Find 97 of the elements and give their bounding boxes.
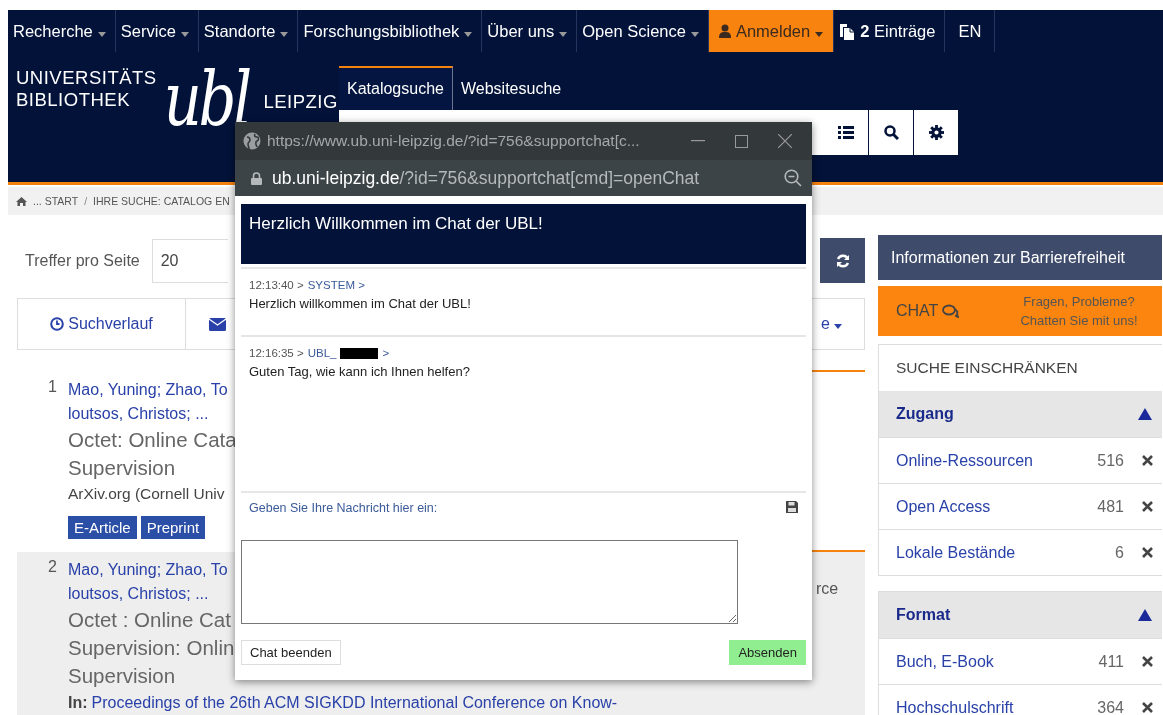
caret-icon	[690, 31, 699, 37]
caret-icon	[180, 31, 189, 37]
chat-banner[interactable]: CHAT Fragen, Probleme? Chatten Sie mit uns!	[878, 286, 1162, 336]
nav-menu[interactable]: Open Science	[577, 10, 709, 52]
message-sender: SYSTEM >	[307, 279, 365, 291]
message-time: 12:16:35 >	[249, 347, 304, 359]
zoom-out-icon[interactable]	[784, 169, 802, 187]
remove-icon[interactable]	[1142, 656, 1153, 667]
refine-title: SUCHE EINSCHRÄNKEN	[895, 358, 1079, 378]
accessibility-button[interactable]: Informationen zur Barrierefreiheit	[878, 235, 1162, 280]
refresh-icon	[835, 253, 850, 268]
caret-icon	[97, 31, 106, 37]
home-icon[interactable]	[16, 196, 27, 206]
facet-count: 481	[1097, 497, 1124, 516]
result-side-text: rce	[816, 580, 839, 598]
facet-link[interactable]: Buch, E-Book	[896, 652, 1099, 671]
collapse-icon[interactable]	[1138, 408, 1152, 420]
logo-text: BIBLIOTHEK	[16, 89, 130, 110]
chat-text: Chatten Sie mit uns!	[1020, 313, 1138, 328]
facet-header[interactable]: Zugang	[879, 391, 1162, 437]
per-page-label: Treffer pro Seite	[24, 251, 141, 270]
caret-icon	[559, 31, 568, 37]
author-link[interactable]: loutsos, Christos; ...	[68, 402, 237, 426]
format-tag: E-Article	[68, 516, 137, 539]
logo-text: LEIPZIG	[263, 91, 338, 113]
facet-header[interactable]: Format	[879, 592, 1162, 638]
message-text: Guten Tag, wie kann ich Ihnen helfen?	[249, 364, 471, 379]
result-source: ArXiv.org (Cornell Univ	[68, 484, 226, 504]
facet-count: 411	[1098, 652, 1124, 671]
maximize-icon[interactable]	[735, 134, 748, 148]
lock-icon	[251, 171, 262, 185]
in-label: In:	[68, 693, 88, 713]
settings-icon	[928, 125, 944, 140]
search-tab[interactable]: Katalogsuche	[339, 66, 453, 110]
breadcrumb-separator: /	[84, 195, 88, 207]
person-icon	[718, 24, 731, 38]
login-menu[interactable]: Anmelden	[708, 10, 835, 52]
result-number: 2	[47, 557, 58, 577]
close-icon[interactable]	[778, 134, 792, 148]
window-title: https://www.ub.uni-leipzig.de/?id=756&supportchat[c...	[267, 132, 641, 150]
search-tab[interactable]: Websitesuche	[452, 66, 570, 110]
list-icon	[837, 126, 854, 139]
per-page-select[interactable]: 20	[151, 238, 228, 283]
chat-label: CHAT	[896, 302, 939, 320]
clock-icon	[50, 317, 65, 331]
remove-icon[interactable]	[1142, 455, 1153, 466]
facet-count: 6	[1115, 543, 1124, 562]
logo-mark: ubl	[163, 59, 249, 139]
input-prompt: Geben Sie Ihre Nachricht hier ein:	[249, 501, 438, 517]
speech-bubbles-icon	[942, 304, 960, 318]
language-link[interactable]: EN	[945, 10, 996, 52]
nav-menu[interactable]: Service	[115, 10, 199, 52]
chat-text: Fragen, Probleme?	[1023, 294, 1135, 309]
chat-heading: Herzlich Willkommen im Chat der UBL!	[241, 204, 806, 264]
message-sender: >	[382, 347, 390, 359]
saved-entries-link[interactable]: 2 Einträge	[834, 10, 946, 52]
refresh-button[interactable]	[820, 238, 865, 283]
facet-link[interactable]: Hochschulschrift	[896, 698, 1098, 715]
facet-count: 516	[1097, 451, 1124, 470]
send-button[interactable]: Absenden	[729, 640, 806, 665]
caret-icon	[834, 324, 842, 329]
caret-icon	[280, 31, 289, 37]
breadcrumb-link[interactable]: ... START	[33, 195, 79, 207]
toolbar-dropdown[interactable]: e	[821, 315, 842, 333]
message-time: 12:13:40 >	[249, 279, 304, 291]
nav-menu[interactable]: Forschungsbibliothek	[298, 10, 483, 52]
end-chat-button[interactable]: Chat beenden	[241, 640, 341, 665]
caret-icon	[815, 31, 824, 37]
nav-menu[interactable]: Recherche	[8, 10, 116, 52]
message-sender: UBL_	[307, 347, 337, 359]
documents-icon	[839, 22, 856, 40]
mail-icon[interactable]	[209, 317, 226, 331]
minimize-icon[interactable]	[691, 140, 705, 142]
facet-link[interactable]: Online-Ressourcen	[896, 451, 1098, 470]
format-tag: Preprint	[140, 516, 206, 539]
breadcrumb-item: IHRE SUCHE: CATALOG EN	[93, 195, 230, 207]
proceedings-link[interactable]: Proceedings of the 26th ACM SIGKDD International Conference on Know-	[91, 693, 618, 713]
result-title[interactable]: Octet: Online Cata	[68, 426, 237, 454]
nav-menu[interactable]: Über uns	[482, 10, 578, 52]
facet-count: 364	[1097, 698, 1124, 715]
logo-text: UNIVERSITÄTS	[16, 67, 157, 88]
remove-icon[interactable]	[1142, 702, 1153, 713]
author-link[interactable]: Mao, Yuning; Zhao, To	[68, 378, 237, 402]
remove-icon[interactable]	[1142, 547, 1153, 558]
facet-link[interactable]: Open Access	[896, 497, 1098, 516]
collapse-icon[interactable]	[1138, 609, 1152, 621]
message-input[interactable]	[241, 540, 738, 624]
caret-icon	[464, 31, 473, 37]
globe-icon	[243, 132, 261, 150]
remove-icon[interactable]	[1142, 501, 1153, 512]
nav-menu[interactable]: Standorte	[198, 10, 299, 52]
facet-link[interactable]: Lokale Bestände	[896, 543, 1116, 562]
search-icon	[883, 125, 899, 140]
address-text: ub.uni-leipzig.de/?id=756&supportchat[cmd]=openChat	[272, 167, 701, 189]
result-number: 1	[47, 377, 58, 397]
message-text: Herzlich willkommen im Chat der UBL!	[249, 296, 472, 311]
result-title[interactable]: Supervision	[68, 454, 237, 482]
